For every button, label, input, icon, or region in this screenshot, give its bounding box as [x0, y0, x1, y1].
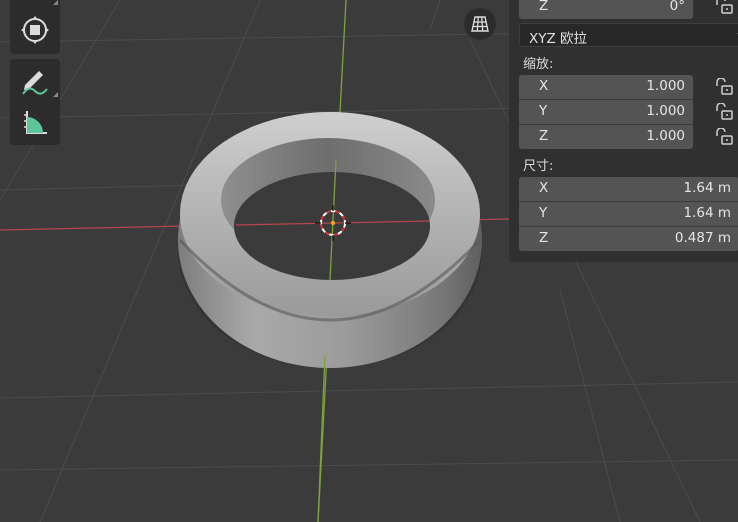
dimension-z-field[interactable]: Z 0.487 m	[519, 227, 738, 251]
unlock-icon[interactable]	[714, 0, 734, 15]
scale-header: 缩放:	[523, 57, 554, 72]
dimension-z-label: Z	[539, 230, 549, 246]
perspective-toggle-button[interactable]	[464, 8, 496, 40]
rotation-z-field[interactable]: Z 0°	[519, 0, 693, 19]
scale-y-label: Y	[539, 103, 548, 119]
rotation-mode-value: XYZ 欧拉	[529, 31, 588, 47]
dimension-x-value: 1.64 m	[683, 180, 731, 196]
dimensions-header: 尺寸:	[523, 159, 554, 174]
scale-z-label: Z	[539, 128, 549, 144]
scale-x-field[interactable]: X 1.000	[519, 75, 693, 99]
dimension-x-field[interactable]: X 1.64 m	[519, 177, 738, 201]
dimension-y-field[interactable]: Y 1.64 m	[519, 202, 738, 226]
scale-y-lock-icon[interactable]	[714, 103, 734, 121]
transform-icon	[21, 16, 49, 44]
toolbar-group-bottom	[10, 59, 60, 145]
annotate-tool-button[interactable]	[15, 61, 55, 101]
scale-y-value: 1.000	[646, 103, 685, 119]
dimension-y-value: 1.64 m	[683, 205, 731, 221]
rotation-mode-dropdown[interactable]: XYZ 欧拉	[519, 23, 738, 47]
scale-x-label: X	[539, 78, 549, 94]
torus-object[interactable]	[178, 112, 482, 368]
scale-z-value: 1.000	[646, 128, 685, 144]
rotation-z-label: Z	[539, 0, 549, 14]
toolbar-group-top	[10, 0, 60, 54]
transform-tool-button[interactable]	[15, 10, 55, 50]
scale-z-lock-icon[interactable]	[714, 128, 734, 146]
annotate-icon	[22, 71, 48, 95]
dimension-z-value: 0.487 m	[674, 230, 731, 246]
grid-perspective-icon	[471, 16, 489, 32]
dimension-x-label: X	[539, 180, 549, 196]
scale-y-field[interactable]: Y 1.000	[519, 100, 693, 124]
measure-tool-button[interactable]	[15, 103, 55, 143]
scale-x-lock-icon[interactable]	[714, 78, 734, 96]
scale-z-field[interactable]: Z 1.000	[519, 125, 693, 149]
dimension-y-label: Y	[539, 205, 548, 221]
scale-x-value: 1.000	[646, 78, 685, 94]
measure-icon	[24, 111, 47, 134]
rotation-z-value: 0°	[669, 0, 685, 14]
